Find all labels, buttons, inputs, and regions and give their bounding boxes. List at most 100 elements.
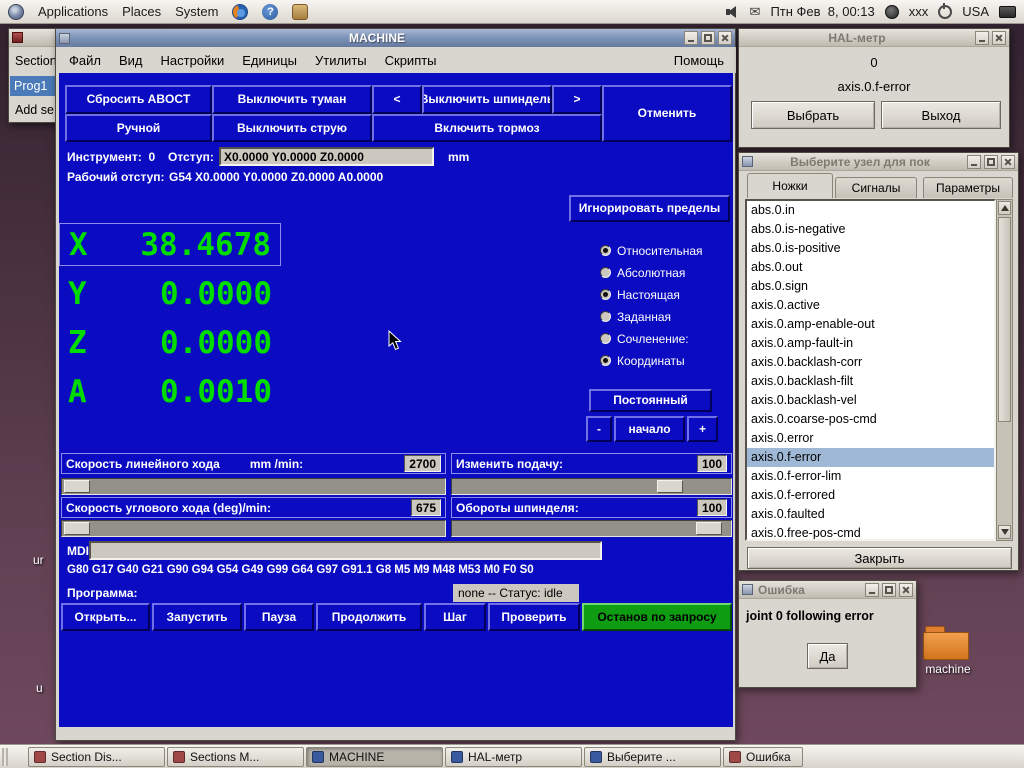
package-icon[interactable] bbox=[292, 3, 309, 20]
cancel-button[interactable]: Отменить bbox=[602, 85, 732, 142]
feed-override-slider[interactable] bbox=[451, 478, 732, 495]
halmeter-titlebar[interactable]: HAL-метр bbox=[739, 29, 1009, 47]
spindle-off-button[interactable]: Выключить шпиндель bbox=[422, 85, 552, 114]
mist-off-button[interactable]: Выключить туман bbox=[212, 85, 372, 114]
angular-feed-slider[interactable] bbox=[61, 520, 446, 537]
maximize-button[interactable] bbox=[882, 582, 896, 597]
list-item-selected[interactable]: axis.0.f-error bbox=[747, 448, 994, 467]
list-item[interactable]: axis.0.f-errored bbox=[747, 486, 994, 505]
pause-button[interactable]: Пауза bbox=[244, 603, 314, 631]
tab-parameters[interactable]: Параметры bbox=[923, 177, 1013, 198]
listbox-scrollbar[interactable] bbox=[996, 199, 1013, 541]
list-item[interactable]: axis.0.coarse-pos-cmd bbox=[747, 410, 994, 429]
mail-icon[interactable]: ✉ bbox=[750, 4, 761, 20]
menu-help[interactable]: Помощь bbox=[674, 53, 724, 68]
linear-feed-slider[interactable] bbox=[61, 478, 446, 495]
taskbar-item-picker[interactable]: Выберите ... bbox=[584, 747, 721, 767]
flood-off-button[interactable]: Выключить струю bbox=[212, 114, 372, 142]
abort-button[interactable]: Сбросить ABOCT bbox=[65, 85, 212, 114]
menu-settings[interactable]: Настройки bbox=[161, 53, 225, 68]
taskbar-item-machine[interactable]: MACHINE bbox=[306, 747, 443, 767]
firefox-icon[interactable] bbox=[232, 3, 249, 20]
manual-mode-button[interactable]: Ручной bbox=[65, 114, 212, 142]
list-item[interactable]: axis.0.error bbox=[747, 429, 994, 448]
list-item[interactable]: axis.0.backlash-vel bbox=[747, 391, 994, 410]
open-button[interactable]: Открыть... bbox=[61, 603, 150, 631]
list-item[interactable]: abs.0.out bbox=[747, 258, 994, 277]
exit-button[interactable]: Выход bbox=[881, 101, 1001, 129]
radio-coordinates[interactable]: Координаты bbox=[600, 353, 685, 368]
radio-commanded[interactable]: Заданная bbox=[600, 309, 671, 324]
run-button[interactable]: Запустить bbox=[152, 603, 242, 631]
scroll-down-button[interactable] bbox=[998, 525, 1011, 539]
keyboard-icon[interactable] bbox=[999, 5, 1016, 18]
list-item[interactable]: axis.0.amp-enable-out bbox=[747, 315, 994, 334]
verify-button[interactable]: Проверить bbox=[488, 603, 580, 631]
jog-mode-button[interactable]: Постоянный bbox=[589, 389, 712, 412]
maximize-button[interactable] bbox=[701, 31, 715, 45]
picker-titlebar[interactable]: Выберите узел для пок bbox=[739, 153, 1018, 171]
list-item[interactable]: axis.0.free-pos-cmd bbox=[747, 524, 994, 539]
step-button[interactable]: Шаг bbox=[424, 603, 486, 631]
slider-thumb[interactable] bbox=[657, 480, 683, 493]
ignore-limits-button[interactable]: Игнорировать пределы bbox=[569, 195, 730, 222]
mdi-input[interactable] bbox=[89, 541, 602, 560]
scrollbar-thumb[interactable] bbox=[998, 217, 1011, 422]
menu-units[interactable]: Единицы bbox=[242, 53, 297, 68]
menu-view[interactable]: Вид bbox=[119, 53, 143, 68]
volume-icon[interactable] bbox=[724, 4, 740, 20]
offset-entry[interactable]: X0.0000 Y0.0000 Z0.0000 bbox=[219, 147, 434, 166]
picker-close-button[interactable]: Закрыть bbox=[747, 547, 1012, 569]
jog-plus-button[interactable]: + bbox=[687, 416, 718, 442]
minimize-button[interactable] bbox=[684, 31, 698, 45]
error-titlebar[interactable]: Ошибка bbox=[739, 581, 916, 599]
places-menu[interactable]: Places bbox=[122, 4, 161, 19]
list-item[interactable]: axis.0.f-error-lim bbox=[747, 467, 994, 486]
close-button[interactable] bbox=[718, 31, 732, 45]
menu-file[interactable]: Файл bbox=[69, 53, 101, 68]
help-icon[interactable]: ? bbox=[262, 3, 279, 20]
system-menu[interactable]: System bbox=[175, 4, 218, 19]
close-button[interactable] bbox=[1001, 154, 1015, 169]
tab-pins[interactable]: Ножки bbox=[747, 173, 833, 198]
list-item[interactable]: abs.0.is-negative bbox=[747, 220, 994, 239]
close-button[interactable] bbox=[899, 582, 913, 597]
radio-absolute[interactable]: Абсолютная bbox=[600, 265, 685, 280]
confirm-button[interactable]: Да bbox=[807, 643, 848, 669]
spindle-plus-button[interactable]: > bbox=[552, 85, 602, 114]
user-name[interactable]: xxx bbox=[909, 4, 929, 19]
list-item[interactable]: abs.0.is-positive bbox=[747, 239, 994, 258]
list-item[interactable]: abs.0.sign bbox=[747, 277, 994, 296]
menu-scripts[interactable]: Скрипты bbox=[385, 53, 437, 68]
brake-on-button[interactable]: Включить тормоз bbox=[372, 114, 602, 142]
taskbar-item-sections-display[interactable]: Section Dis... bbox=[28, 747, 165, 767]
power-icon[interactable] bbox=[938, 2, 953, 19]
home-button[interactable]: начало bbox=[614, 416, 685, 442]
taskbar-handle[interactable] bbox=[2, 748, 8, 766]
list-item[interactable]: axis.0.active bbox=[747, 296, 994, 315]
taskbar-item-error[interactable]: Ошибка bbox=[723, 747, 803, 767]
resume-button[interactable]: Продолжить bbox=[316, 603, 422, 631]
tab-signals[interactable]: Сигналы bbox=[835, 177, 917, 198]
applications-menu[interactable]: Applications bbox=[38, 4, 108, 19]
list-item[interactable]: axis.0.backlash-filt bbox=[747, 372, 994, 391]
user-switcher-icon[interactable] bbox=[884, 4, 899, 19]
spindle-minus-button[interactable]: < bbox=[372, 85, 422, 114]
taskbar-item-sections-manager[interactable]: Sections M... bbox=[167, 747, 304, 767]
select-button[interactable]: Выбрать bbox=[751, 101, 875, 129]
radio-joint[interactable]: Сочленение: bbox=[600, 331, 689, 346]
applications-menu-icon[interactable] bbox=[8, 3, 24, 20]
sections-add-button[interactable]: Add se bbox=[15, 103, 54, 117]
maximize-button[interactable] bbox=[984, 154, 998, 169]
minimize-button[interactable] bbox=[975, 30, 989, 45]
taskbar-item-halmeter[interactable]: HAL-метр bbox=[445, 747, 582, 767]
list-item[interactable]: abs.0.in bbox=[747, 201, 994, 220]
radio-actual[interactable]: Настоящая bbox=[600, 287, 680, 302]
radio-relative[interactable]: Относительная bbox=[600, 243, 703, 258]
list-item[interactable]: axis.0.amp-fault-in bbox=[747, 334, 994, 353]
keyboard-layout-label[interactable]: USA bbox=[962, 4, 989, 19]
list-item[interactable]: axis.0.faulted bbox=[747, 505, 994, 524]
spindle-speed-slider[interactable] bbox=[451, 520, 732, 537]
jog-minus-button[interactable]: - bbox=[586, 416, 612, 442]
minimize-button[interactable] bbox=[967, 154, 981, 169]
